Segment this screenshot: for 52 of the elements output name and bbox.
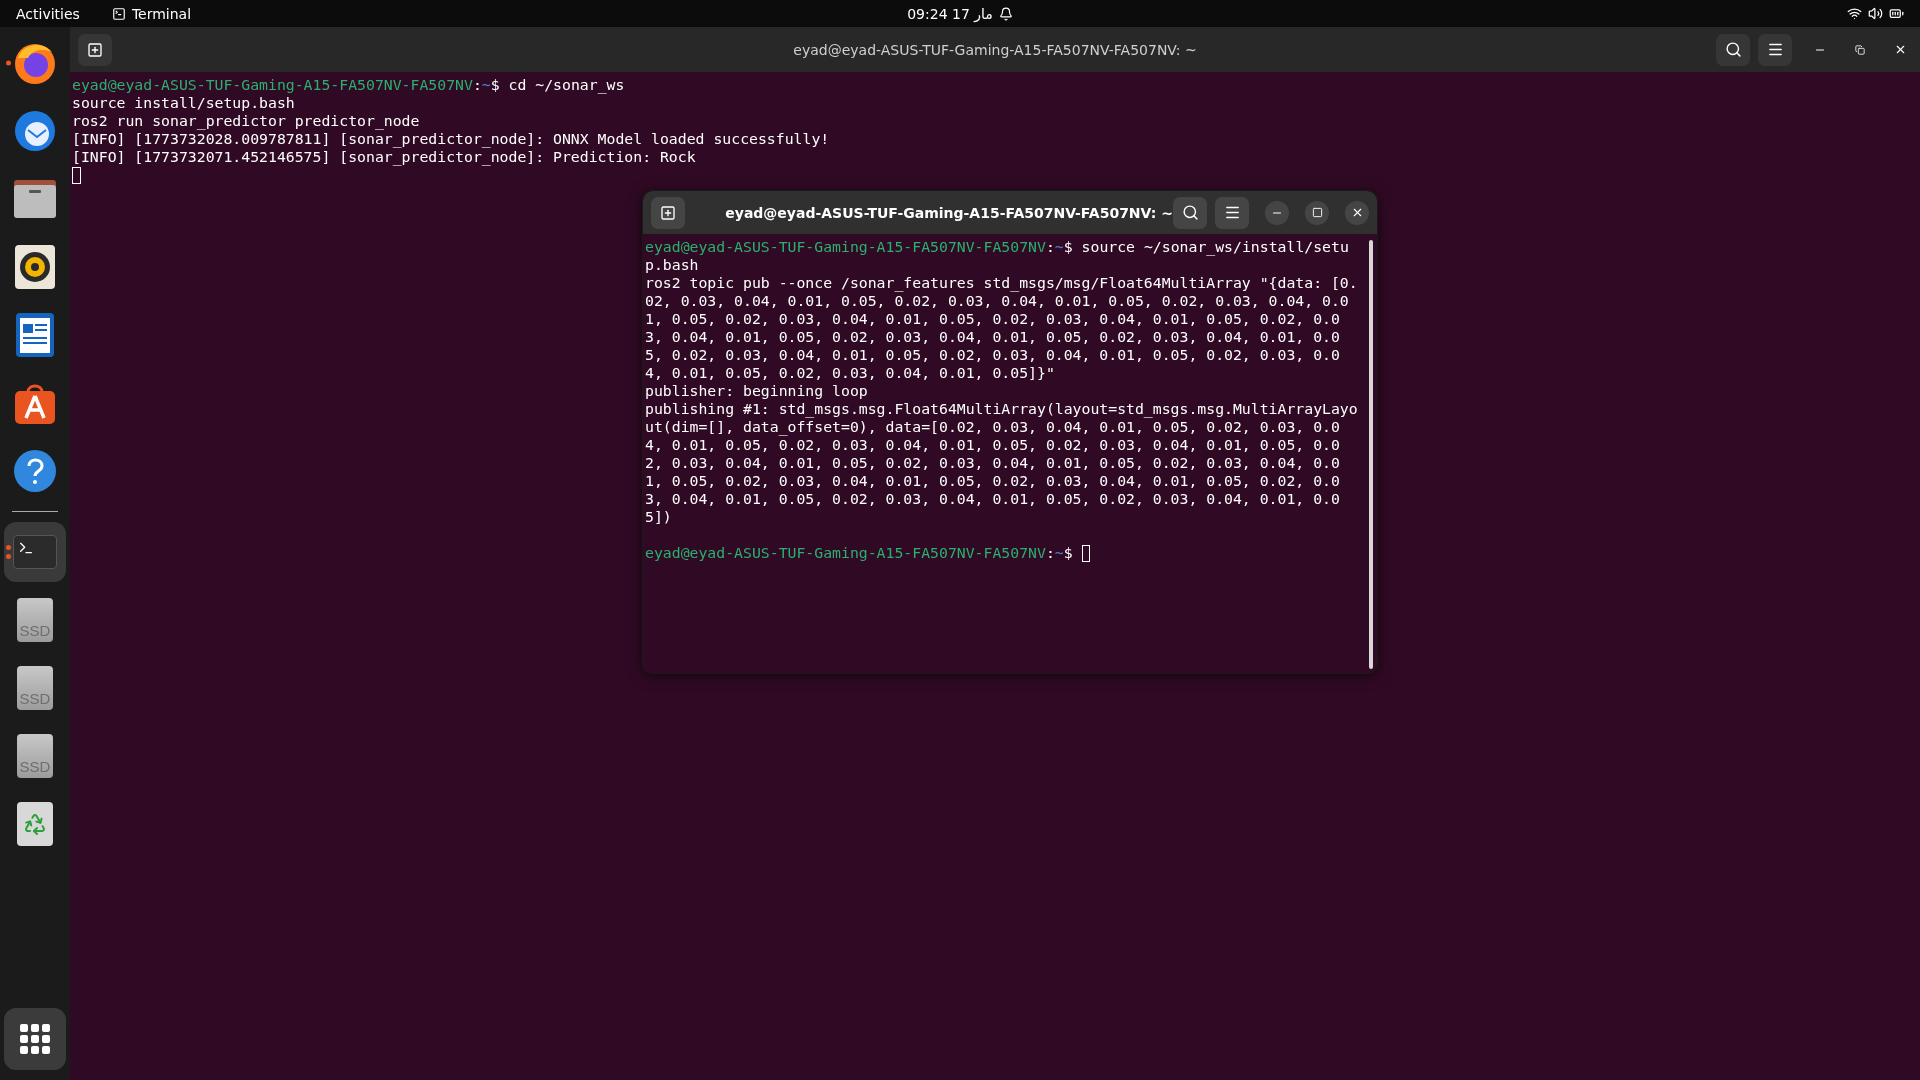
- output-line: [INFO] [1773732071.452146575] [sonar_predictor_node]: Prediction: Rock: [72, 148, 697, 166]
- wifi-icon: [1847, 6, 1862, 21]
- drive-label: SSD: [19, 758, 51, 776]
- volume-icon: [1868, 6, 1883, 21]
- window-title: eyad@eyad-ASUS-TUF-Gaming-A15-FA507NV-FA507NV: ~: [725, 204, 1173, 221]
- cursor: [1081, 545, 1091, 562]
- menu-icon: [1223, 204, 1241, 221]
- battery-icon: [1889, 6, 1904, 21]
- close-button[interactable]: [1345, 200, 1369, 225]
- drive-label: SSD: [19, 622, 51, 640]
- search-button[interactable]: [1716, 33, 1750, 66]
- app-menu-button[interactable]: Terminal: [103, 3, 200, 24]
- document-icon: [15, 312, 55, 358]
- restore-icon: [1855, 44, 1865, 55]
- folder-icon: [12, 178, 58, 220]
- output-line: ros2 run sonar_predictor predictor_node: [72, 112, 421, 130]
- output-line: publishing #1: std_msgs.msg.Float64MultiArray(layout=std_msgs.msg.MultiArrayLayout(dim=[], data_offset=0), data=[0.02, 0.03, 0.04, 0.01, 0.05, 0.02, 0.03, 0.04, 0.01, 0.05, 0.02, 0.03, 0.04, 0.01, 0.05, 0.02, 0.03, 0.04, 0.01, 0.05, 0.02, 0.03, 0.04, 0.01, 0.05, 0.02, 0.03, 0.04, 0.01, 0.05, 0.02, 0.03, 0.04, 0.01, 0.05, 0.02, 0.03, 0.04, 0.01, 0.05, 0.02, 0.03, 0.04, 0.01, 0.05, 0.02, 0.03, 0.04, 0.01, 0.05, 0.02, 0.03, 0.04, 0.01, 0.05, 0.02, 0.03, 0.04, 0.01, 0.05]): [645, 400, 1359, 526]
- menu-button[interactable]: [1215, 196, 1249, 229]
- running-indicator: [6, 545, 11, 559]
- drive-label: SSD: [19, 690, 51, 708]
- terminal-icon: [13, 535, 57, 569]
- menu-button[interactable]: [1758, 33, 1792, 66]
- question-mark-icon: [12, 448, 58, 494]
- cursor: [72, 167, 81, 184]
- new-tab-button[interactable]: [651, 196, 685, 229]
- plus-square-icon: [87, 41, 103, 58]
- output-line: [INFO] [1773732028.009787811] [sonar_predictor_node]: ONNX Model loaded successfully!: [72, 130, 831, 148]
- maximize-icon: [1311, 207, 1323, 218]
- terminal-icon: [111, 6, 126, 21]
- menu-icon: [1766, 41, 1784, 58]
- search-icon: [1724, 41, 1742, 58]
- activities-button[interactable]: Activities: [8, 3, 88, 24]
- command-line: eyad@eyad-ASUS-TUF-Gaming-A15-FA507NV-FA507NV:~$ cd ~/sonar_ws: [72, 76, 626, 94]
- output-line: publisher: beginning loop: [645, 382, 869, 400]
- app-grid-icon: [20, 1024, 50, 1054]
- maximize-button[interactable]: [1305, 200, 1329, 225]
- command-line: eyad@eyad-ASUS-TUF-Gaming-A15-FA507NV-FA507NV:~$: [645, 544, 1362, 562]
- scrollbar[interactable]: [1369, 240, 1373, 669]
- app-grid-button[interactable]: [4, 1008, 66, 1070]
- running-indicator: [6, 60, 11, 66]
- new-tab-button[interactable]: [78, 33, 112, 66]
- recycle-bin-icon: [17, 802, 53, 846]
- bell-icon: [998, 6, 1013, 21]
- output-line: ros2 topic pub --once /sonar_features std_msgs/msg/Float64MultiArray "{data: [0.02, 0.03, 0.04, 0.01, 0.05, 0.02, 0.03, 0.04, 0.01, 0.05, 0.02, 0.03, 0.04, 0.01, 0.05, 0.02, 0.03, 0.04, 0.01, 0.05, 0.02, 0.03, 0.04, 0.01, 0.05, 0.02, 0.03, 0.04, 0.01, 0.05, 0.02, 0.03, 0.04, 0.01, 0.05, 0.02, 0.03, 0.04, 0.01, 0.05, 0.02, 0.03, 0.04, 0.01, 0.05, 0.02, 0.03, 0.04, 0.01, 0.05, 0.02, 0.03, 0.04, 0.01, 0.05, 0.02, 0.03, 0.04, 0.01, 0.05]}": [645, 274, 1359, 382]
- envelope-bird-icon: [12, 108, 58, 154]
- minimize-button[interactable]: [1265, 200, 1289, 225]
- speaker-icon: [14, 244, 56, 290]
- search-icon: [1181, 204, 1199, 221]
- search-button[interactable]: [1173, 196, 1207, 229]
- window-title: eyad@eyad-ASUS-TUF-Gaming-A15-FA507NV-FA507NV: ~: [793, 41, 1197, 58]
- plus-square-icon: [660, 204, 676, 221]
- output-line: source install/setup.bash: [72, 94, 296, 112]
